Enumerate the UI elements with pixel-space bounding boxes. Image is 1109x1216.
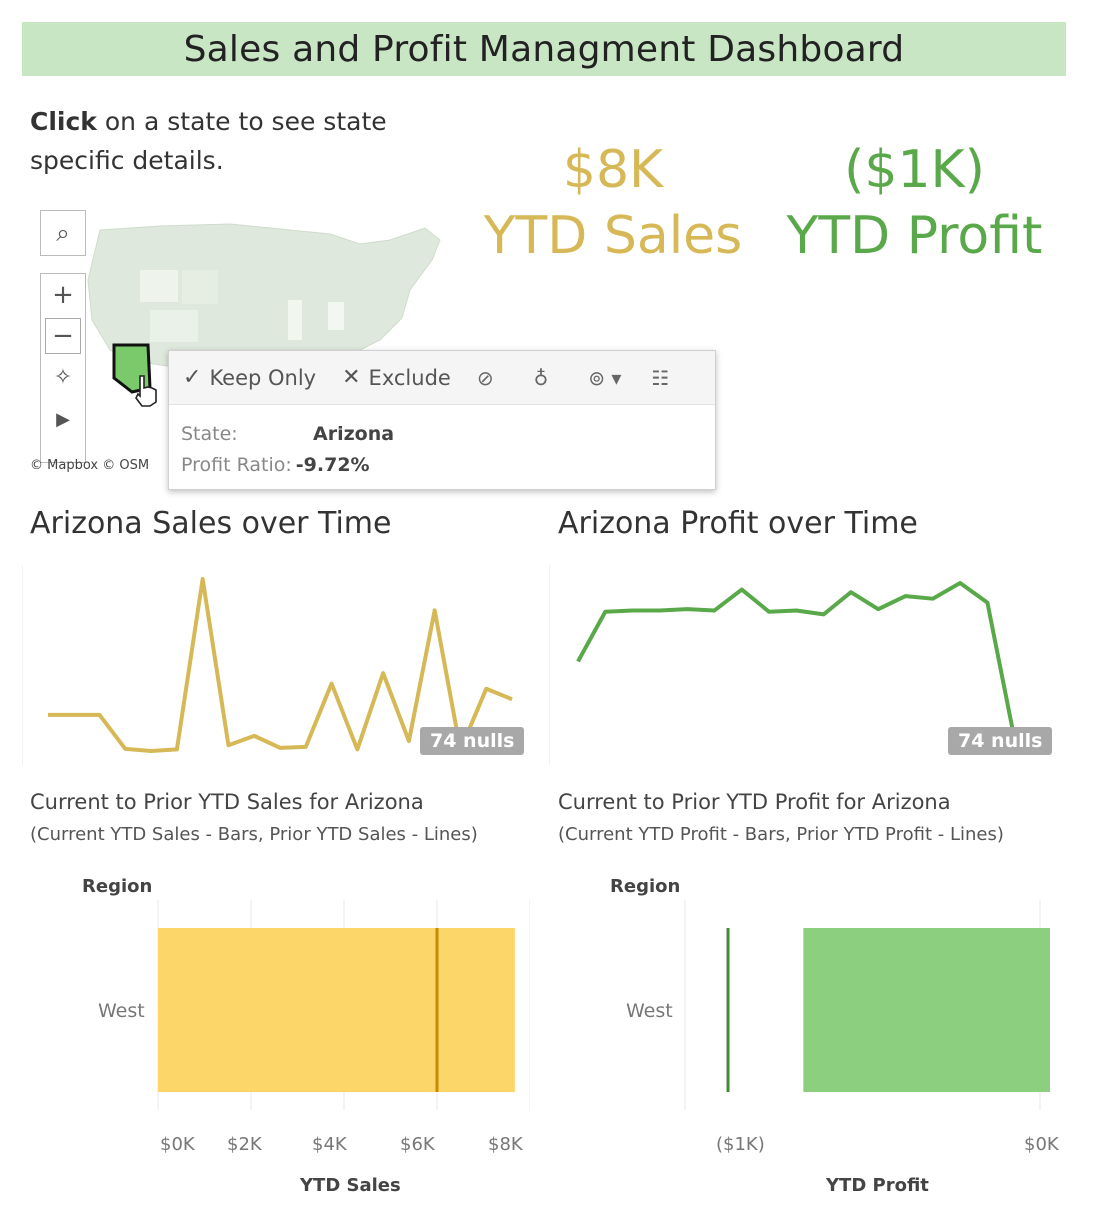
dashboard-title-bar: Sales and Profit Managment Dashboard xyxy=(22,22,1066,76)
state-shade-1 xyxy=(140,270,178,302)
state-shade-4 xyxy=(328,302,344,330)
pin-button[interactable]: ✧ xyxy=(41,356,85,398)
sales-row-label: West xyxy=(98,1000,145,1022)
profit-nulls-indicator[interactable]: 74 nulls xyxy=(948,727,1053,755)
profit-compare-current-bar xyxy=(803,928,1050,1092)
sales-tick: $6K xyxy=(400,1134,435,1155)
zoom-in-button[interactable]: + xyxy=(41,274,85,316)
state-tooltip: ✓ Keep Only ✕ Exclude ⊘ ♁ ⊚ ▾ ☷ State: A… xyxy=(168,350,716,490)
profit-row-header: Region xyxy=(610,876,681,897)
lightbulb-icon[interactable]: ♁ xyxy=(534,366,549,390)
sales-tick: $2K xyxy=(227,1134,262,1155)
kpi-sales: $8K YTD Sales xyxy=(478,140,748,272)
check-icon: ✓ xyxy=(183,365,202,390)
pin-icon: ✧ xyxy=(53,364,73,390)
exclude-button[interactable]: ✕ Exclude xyxy=(342,365,451,390)
expand-icon: ▶ xyxy=(56,408,70,430)
profit-tick: $0K xyxy=(1024,1134,1059,1155)
profit-compare-chart[interactable] xyxy=(680,900,1070,1120)
map-search-button[interactable]: ⌕ xyxy=(40,210,86,256)
sales-time-line xyxy=(48,577,513,753)
view-data-icon[interactable]: ☷ xyxy=(651,366,669,390)
profit-compare-note: (Current YTD Profit - Bars, Prior YTD Pr… xyxy=(558,824,1004,845)
tooltip-body: State: Arizona Profit Ratio: -9.72% xyxy=(169,405,715,495)
state-shade-2 xyxy=(182,270,218,304)
tooltip-row-state: State: Arizona xyxy=(181,419,703,450)
sales-row-header: Region xyxy=(82,876,153,897)
keep-only-label: Keep Only xyxy=(209,365,317,390)
sales-compare-note: (Current YTD Sales - Bars, Prior YTD Sal… xyxy=(30,824,478,845)
sales-compare-current-bar xyxy=(158,928,515,1092)
kpi-profit: ($1K) YTD Profit xyxy=(772,140,1057,272)
state-key: State: xyxy=(181,423,238,445)
instructions-text: Click on a state to see state specific d… xyxy=(30,102,430,180)
paperclip-icon[interactable]: ⊘ xyxy=(477,366,494,390)
close-icon: ✕ xyxy=(342,365,361,390)
expand-button[interactable]: ▶ xyxy=(41,398,85,440)
kpi-sales-value: $8K xyxy=(562,140,664,200)
group-members-icon[interactable]: ⊚ ▾ xyxy=(588,366,621,390)
sales-compare-chart[interactable] xyxy=(150,900,530,1120)
tooltip-row-ratio: Profit Ratio: -9.72% xyxy=(181,450,703,481)
state-shade-5 xyxy=(150,310,198,342)
profit-compare-title: Current to Prior YTD Profit for Arizona xyxy=(558,790,951,814)
map-attribution: © Mapbox © OSM xyxy=(30,458,150,473)
ratio-value: -9.72% xyxy=(295,454,370,476)
zoom-out-button[interactable]: − xyxy=(45,318,81,354)
exclude-label: Exclude xyxy=(368,365,451,390)
kpi-sales-label: YTD Sales xyxy=(483,206,743,266)
tooltip-toolbar: ✓ Keep Only ✕ Exclude ⊘ ♁ ⊚ ▾ ☷ xyxy=(169,351,715,405)
profit-x-axis-label: YTD Profit xyxy=(826,1175,929,1196)
keep-only-button[interactable]: ✓ Keep Only xyxy=(183,365,316,390)
map-controls: + − ✧ ▶ xyxy=(40,273,86,463)
profit-row-label: West xyxy=(626,1000,673,1022)
profit-over-time-title: Arizona Profit over Time xyxy=(558,506,918,541)
sales-x-axis-label: YTD Sales xyxy=(300,1175,401,1196)
sales-tick: $0K xyxy=(160,1134,195,1155)
kpi-profit-label: YTD Profit xyxy=(786,206,1043,266)
sales-nulls-indicator[interactable]: 74 nulls xyxy=(420,727,525,755)
sales-tick: $8K xyxy=(488,1134,523,1155)
dashboard-title: Sales and Profit Managment Dashboard xyxy=(183,28,905,70)
kpi-profit-value: ($1K) xyxy=(844,140,985,200)
zoom-out-icon: − xyxy=(52,321,74,351)
hand-cursor-icon xyxy=(135,375,157,407)
search-icon: ⌕ xyxy=(56,219,70,247)
zoom-in-icon: + xyxy=(52,280,74,310)
state-value: Arizona xyxy=(313,423,395,445)
sales-compare-title: Current to Prior YTD Sales for Arizona xyxy=(30,790,424,814)
profit-tick: ($1K) xyxy=(716,1134,765,1155)
sales-over-time-title: Arizona Sales over Time xyxy=(30,506,392,541)
sales-tick: $4K xyxy=(312,1134,347,1155)
state-shade-3 xyxy=(288,300,302,340)
ratio-key: Profit Ratio: xyxy=(181,454,292,476)
instructions-bold: Click xyxy=(30,107,97,136)
